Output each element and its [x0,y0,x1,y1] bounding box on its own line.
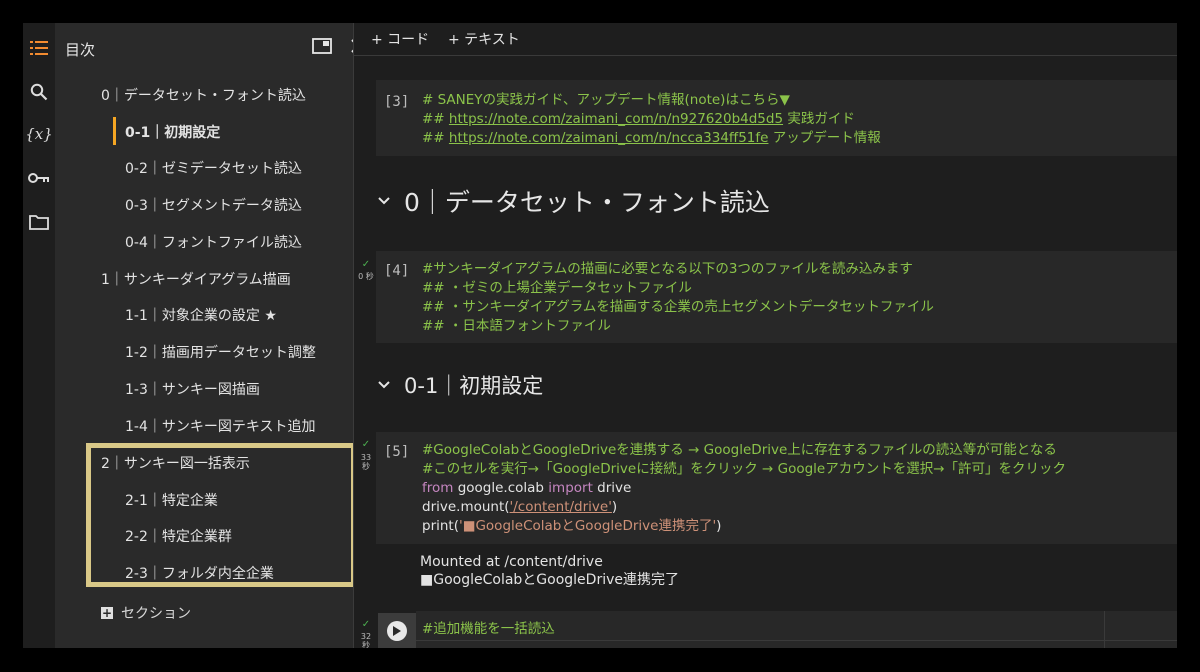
code-comment: # SANEYの実践ガイド、アップデート情報(note)はこちら▼ [422,92,790,108]
toc-item-1[interactable]: 1｜サンキーダイアグラム描画 [101,269,291,289]
check-icon: ✓ [361,619,371,630]
code-text: drive [592,480,632,496]
toc-panel: 目次 0｜データセット・フォント読込 0-1｜初期設定 0-2｜ゼミデータセット… [55,23,365,648]
code-text: ) [716,518,722,534]
toc-item-0-2[interactable]: 0-2｜ゼミデータセット読込 [125,158,302,178]
exec-time-unit: 秒 [362,641,370,648]
code-comment: ## ・日本語フォントファイル [422,318,611,334]
output-line: ■GoogleColabとGoogleDrive連携完了 [420,572,679,588]
open-in-tab-icon[interactable] [311,35,333,57]
search-icon[interactable] [28,81,50,103]
code-comment: ## ・ゼミの上場企業データセットファイル [422,280,692,296]
toc-item-0-4[interactable]: 0-4｜フォントファイル読込 [125,232,302,252]
guide-link[interactable]: https://note.com/zaimani_com/n/n927620b4… [449,111,783,127]
code-editor[interactable]: #追加機能を一括読込 [422,620,555,639]
add-section-label: セクション [121,606,191,622]
plus-icon: + [101,606,113,620]
toc-item-1-4[interactable]: 1-4｜サンキー図テキスト追加 [125,416,315,436]
code-comment: #このセルを実行→「GoogleDriveに接続」をクリック → Googleア… [422,461,1067,477]
code-comment: #追加機能を一括読込 [422,621,555,637]
folder-icon[interactable] [28,211,50,233]
icon-rail: {x} [23,23,55,648]
cell-output: Mounted at /content/drive ■GoogleColabとG… [420,553,679,589]
exec-time: 0 秒 [358,272,374,281]
variables-icon[interactable]: {x} [25,123,53,145]
check-icon: ✓ [361,259,371,270]
code-string: '■GoogleColabとGoogleDrive連携完了' [459,518,717,534]
cell-number: [5] [384,444,410,460]
code-editor[interactable]: # SANEYの実践ガイド、アップデート情報(note)はこちら▼ ## htt… [422,91,881,148]
toc-item-0-3[interactable]: 0-3｜セグメントデータ読込 [125,195,302,215]
heading-text: 0-1｜初期設定 [404,374,544,398]
update-link[interactable]: https://note.com/zaimani_com/n/ncca334ff… [449,130,769,146]
toc-title: 目次 [65,41,96,59]
code-editor[interactable]: #GoogleColabとGoogleDriveを連携する → GoogleDr… [422,441,1066,536]
code-comment: ## [422,111,449,127]
cell-number: [4] [384,263,410,279]
keyword: import [548,480,593,496]
highlight-box [86,443,356,587]
colab-window: {x} 目次 0｜データセット・フォント読込 0-1｜初期設定 0-2｜ゼミデー… [23,23,1177,648]
play-icon [387,620,407,641]
section-heading-0: 0｜データセット・フォント読込 [378,183,770,219]
exec-time: 32 秒 [358,632,374,648]
heading-text: 0｜データセット・フォント読込 [404,188,770,217]
add-code-button[interactable]: + コード [371,29,429,49]
active-item-indicator [113,117,116,145]
code-string: '/content/drive' [509,499,612,515]
code-text: ) [611,499,618,515]
chevron-down-icon[interactable] [378,195,390,207]
exec-time: 33 秒 [358,453,374,471]
code-editor[interactable]: #サンキーダイアグラムの描画に必要となる以下の3つのファイルを読み込みます ##… [422,260,934,336]
code-comment: 実践ガイド [783,111,855,127]
code-cell-4[interactable]: [4] #サンキーダイアグラムの描画に必要となる以下の3つのファイルを読み込みま… [376,251,1177,343]
add-section-button[interactable]: + セクション [101,603,191,623]
code-cell-5[interactable]: [5] #GoogleColabとGoogleDriveを連携する → Goog… [376,432,1177,544]
code-text: google.colab [453,480,549,496]
chevron-down-icon[interactable] [378,379,390,391]
section-heading-0-1: 0-1｜初期設定 [378,370,543,400]
add-text-button[interactable]: + テキスト [448,29,520,49]
toc-item-1-1[interactable]: 1-1｜対象企業の設定 ★ [125,305,277,325]
cell-number: [3] [384,94,410,110]
code-cell-6[interactable]: #追加機能を一括読込 [416,611,1177,648]
code-cell-3[interactable]: [3] # SANEYの実践ガイド、アップデート情報(note)はこちら▼ ##… [376,80,1177,156]
toc-item-1-3[interactable]: 1-3｜サンキー図描画 [125,379,260,399]
notebook-toolbar: + コード + テキスト [354,23,1177,56]
key-icon[interactable] [28,167,50,189]
code-comment: アップデート情報 [768,130,881,146]
code-comment: ## ・サンキーダイアグラムを描画する企業の売上セグメントデータセットファイル [422,299,934,315]
check-icon: ✓ [361,439,371,450]
run-cell-button[interactable] [378,613,416,648]
exec-time-value: 33 [360,453,372,462]
toc-item-0[interactable]: 0｜データセット・フォント読込 [101,85,306,105]
cell-divider [416,640,1177,641]
keyword: from [422,480,454,496]
exec-time-value: 32 [360,632,372,641]
cell-ruler [1104,611,1105,648]
code-text: print( [422,518,459,534]
code-comment: #サンキーダイアグラムの描画に必要となる以下の3つのファイルを読み込みます [422,261,913,277]
table-of-contents-icon[interactable] [28,37,50,59]
toc-item-1-2[interactable]: 1-2｜描画用データセット調整 [125,342,316,362]
exec-time-unit: 秒 [362,462,370,471]
code-comment: #GoogleColabとGoogleDriveを連携する → GoogleDr… [422,442,1057,458]
notebook-area: + コード + テキスト [3] # SANEYの実践ガイド、アップデート情報(… [354,23,1177,648]
toc-item-0-1[interactable]: 0-1｜初期設定 [125,122,220,142]
output-line: Mounted at /content/drive [420,554,603,570]
code-text: drive.mount( [422,499,510,515]
code-comment: ## [422,130,449,146]
